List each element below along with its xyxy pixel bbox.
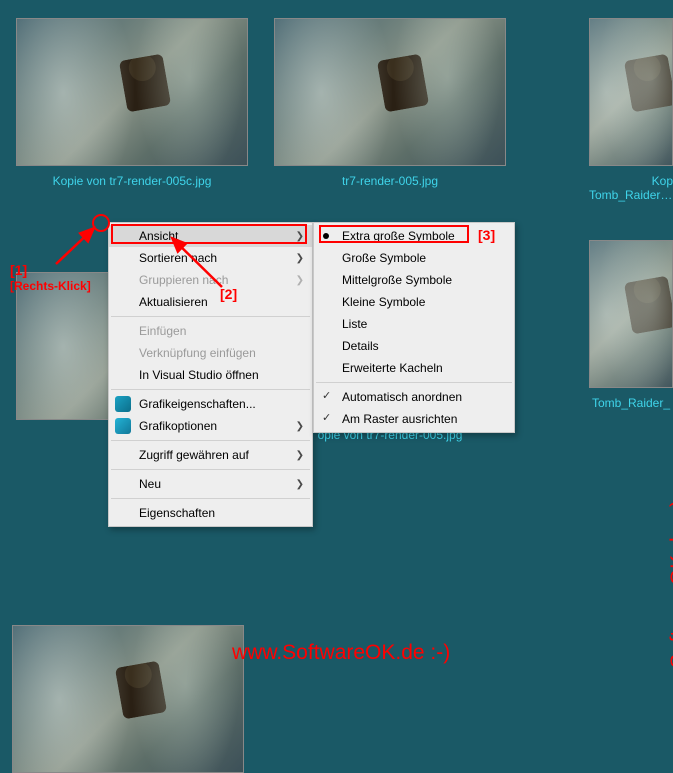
menu-label: Grafikeigenschaften... [139, 397, 256, 411]
graphics-icon [115, 418, 131, 434]
watermark-bottom: www.SoftwareOK.de :-) [232, 641, 450, 665]
file-item[interactable]: Kopie von tr7-render-005c.jpg [12, 18, 252, 188]
thumbnail [589, 240, 673, 388]
menu-label: Ansicht [139, 229, 178, 243]
bullet-icon [323, 233, 329, 239]
menu-label: Aktualisieren [139, 295, 208, 309]
chevron-right-icon: ❯ [296, 450, 304, 461]
menu-label: Verknüpfung einfügen [139, 346, 256, 360]
file-item[interactable]: Tomb_Raider_ [589, 240, 673, 410]
menu-item-ansicht[interactable]: Ansicht ❯ [109, 225, 312, 247]
menu-label: Automatisch anordnen [342, 390, 462, 404]
thumbnail [16, 18, 248, 166]
chevron-right-icon: ❯ [296, 421, 304, 432]
annotation-label-1: [1] [10, 262, 27, 278]
thumbnail [12, 625, 244, 773]
chevron-right-icon: ❯ [296, 479, 304, 490]
file-label: tr7-render-005.jpg [342, 174, 438, 188]
menu-item-gruppieren: Gruppieren nach ❯ [109, 269, 312, 291]
menu-separator [316, 382, 512, 383]
graphics-icon [115, 396, 131, 412]
menu-label: Mittelgroße Symbole [342, 273, 452, 287]
context-menu: Ansicht ❯ Sortieren nach ❯ Gruppieren na… [108, 222, 313, 527]
menu-label: Grafikoptionen [139, 419, 217, 433]
check-icon: ✓ [322, 389, 331, 402]
menu-label: Kleine Symbole [342, 295, 425, 309]
menu-item-grosse[interactable]: Große Symbole [314, 247, 514, 269]
folder-view[interactable]: Kopie von tr7-render-005c.jpg tr7-render… [0, 0, 673, 206]
menu-item-zugriff[interactable]: Zugriff gewähren auf ❯ [109, 444, 312, 466]
menu-item-aktualisieren[interactable]: Aktualisieren [109, 291, 312, 313]
menu-label: Neu [139, 477, 161, 491]
menu-item-eigenschaften[interactable]: Eigenschaften [109, 502, 312, 524]
menu-label: Extra große Symbole [342, 229, 455, 243]
file-item[interactable]: tr7-render-005.jpg [270, 18, 510, 188]
menu-label: Am Raster ausrichten [342, 412, 457, 426]
menu-separator [111, 316, 310, 317]
menu-separator [111, 498, 310, 499]
submenu-ansicht: Extra große Symbole Große Symbole Mittel… [313, 222, 515, 433]
menu-item-kacheln[interactable]: Erweiterte Kacheln [314, 357, 514, 379]
menu-separator [111, 389, 310, 390]
menu-item-liste[interactable]: Liste [314, 313, 514, 335]
file-label: Tomb_Raider_Lege [589, 188, 673, 202]
menu-label: Sortieren nach [139, 251, 217, 265]
menu-item-auto[interactable]: ✓ Automatisch anordnen [314, 386, 514, 408]
thumbnail [589, 18, 673, 166]
menu-item-einfuegen: Einfügen [109, 320, 312, 342]
menu-label: Liste [342, 317, 367, 331]
annotation-label-2: [2] [220, 286, 237, 302]
file-label: Kop [589, 174, 673, 188]
watermark-side: www.SoftwareOK.de :-) [667, 500, 673, 718]
menu-item-verknuepfung: Verknüpfung einfügen [109, 342, 312, 364]
menu-separator [111, 440, 310, 441]
menu-label: Details [342, 339, 379, 353]
check-icon: ✓ [322, 411, 331, 424]
menu-label: Große Symbole [342, 251, 426, 265]
chevron-right-icon: ❯ [296, 253, 304, 264]
menu-label: In Visual Studio öffnen [139, 368, 259, 382]
annotation-circle [92, 214, 110, 232]
thumbnail [274, 18, 506, 166]
menu-label: Eigenschaften [139, 506, 215, 520]
file-item[interactable]: Kop Tomb_Raider_Lege [589, 18, 673, 202]
menu-item-grafikopt[interactable]: Grafikoptionen ❯ [109, 415, 312, 437]
chevron-right-icon: ❯ [296, 231, 304, 242]
annotation-label-1b: [Rechts-Klick] [10, 279, 91, 293]
menu-label: Erweiterte Kacheln [342, 361, 443, 375]
file-label: Kopie von tr7-render-005c.jpg [53, 174, 212, 188]
menu-item-sortieren[interactable]: Sortieren nach ❯ [109, 247, 312, 269]
annotation-label-3: [3] [478, 227, 495, 243]
menu-item-grafikeig[interactable]: Grafikeigenschaften... [109, 393, 312, 415]
menu-label: Zugriff gewähren auf [139, 448, 249, 462]
menu-item-neu[interactable]: Neu ❯ [109, 473, 312, 495]
menu-item-raster[interactable]: ✓ Am Raster ausrichten [314, 408, 514, 430]
file-label: Tomb_Raider_ [589, 396, 673, 410]
menu-item-vsopen[interactable]: In Visual Studio öffnen [109, 364, 312, 386]
chevron-right-icon: ❯ [296, 275, 304, 286]
menu-item-klein[interactable]: Kleine Symbole [314, 291, 514, 313]
menu-item-details[interactable]: Details [314, 335, 514, 357]
menu-label: Einfügen [139, 324, 186, 338]
menu-label: Gruppieren nach [139, 273, 228, 287]
menu-separator [111, 469, 310, 470]
menu-item-mittel[interactable]: Mittelgroße Symbole [314, 269, 514, 291]
